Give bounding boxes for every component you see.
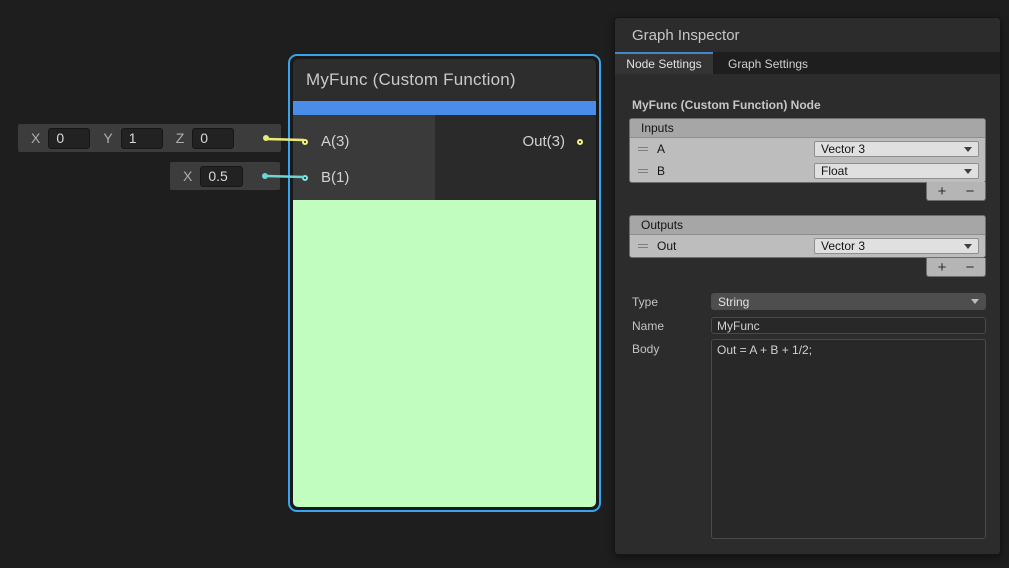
input-name: B xyxy=(657,164,665,178)
node-title: MyFunc (Custom Function) xyxy=(306,70,516,90)
node-input-ports: A(3) B(1) xyxy=(293,115,435,200)
x-axis-label: X xyxy=(183,168,192,184)
tab-graph-settings[interactable]: Graph Settings xyxy=(713,52,823,74)
inputs-list: Inputs A Vector 3 B Float xyxy=(629,118,986,183)
y-value-field[interactable] xyxy=(121,128,163,149)
inspector-title: Graph Inspector xyxy=(632,27,740,44)
node-body: MyFunc (Custom Function) A(3) B(1) xyxy=(293,59,596,507)
inspector-tab-bar: Node Settings Graph Settings xyxy=(615,52,1000,74)
drag-handle-icon[interactable] xyxy=(638,169,648,173)
chevron-down-icon xyxy=(971,299,979,304)
port-b-icon[interactable] xyxy=(302,175,308,181)
port-b-label: B(1) xyxy=(321,169,349,186)
outputs-list: Outputs Out Vector 3 xyxy=(629,215,986,258)
inspector-title-bar[interactable]: Graph Inspector xyxy=(615,18,1000,52)
name-field-label: Name xyxy=(632,319,664,333)
port-a-label: A(3) xyxy=(321,133,349,150)
remove-input-button[interactable]: − xyxy=(958,183,982,200)
z-axis-label: Z xyxy=(176,130,185,146)
dropdown-value: Float xyxy=(821,164,848,178)
node-title-bar[interactable]: MyFunc (Custom Function) xyxy=(293,59,596,101)
vector3-port-input-widget[interactable]: X Y Z xyxy=(18,124,281,152)
float-value-field[interactable] xyxy=(200,166,243,187)
float-wire-dot-icon xyxy=(262,173,268,179)
input-a-type-dropdown[interactable]: Vector 3 xyxy=(814,141,979,157)
node-ports-section: A(3) B(1) Out(3) xyxy=(293,115,596,200)
drag-handle-icon[interactable] xyxy=(638,244,648,248)
tab-node-settings-label: Node Settings xyxy=(626,57,701,71)
input-b-type-dropdown[interactable]: Float xyxy=(814,163,979,179)
chevron-down-icon xyxy=(964,244,972,249)
inputs-list-title: Inputs xyxy=(641,121,674,135)
inputs-row-b[interactable]: B Float xyxy=(630,160,985,182)
dropdown-value: Vector 3 xyxy=(821,142,865,156)
float-port-input-widget[interactable]: X xyxy=(170,162,280,190)
dropdown-value: String xyxy=(718,295,749,309)
y-axis-label: Y xyxy=(103,130,112,146)
graph-inspector-panel[interactable]: Graph Inspector Node Settings Graph Sett… xyxy=(614,17,1001,555)
add-output-button[interactable]: + xyxy=(930,259,954,276)
node-preview xyxy=(293,200,596,507)
remove-output-button[interactable]: − xyxy=(958,259,982,276)
dropdown-value: Vector 3 xyxy=(821,239,865,253)
type-field-label: Type xyxy=(632,295,658,309)
chevron-down-icon xyxy=(964,147,972,152)
chevron-down-icon xyxy=(964,169,972,174)
body-field-label: Body xyxy=(632,342,659,356)
custom-function-node[interactable]: MyFunc (Custom Function) A(3) B(1) xyxy=(288,54,601,512)
port-out-label: Out(3) xyxy=(522,133,565,150)
input-port-a[interactable]: A(3) xyxy=(293,128,435,155)
port-a-icon[interactable] xyxy=(302,139,308,145)
tab-node-settings[interactable]: Node Settings xyxy=(615,52,713,74)
shader-graph-canvas[interactable]: X Y Z X MyFunc (Custom Function) A(3) xyxy=(0,0,1009,568)
add-input-button[interactable]: + xyxy=(930,183,954,200)
node-accent-bar xyxy=(293,101,596,115)
x-axis-label: X xyxy=(31,130,40,146)
outputs-list-footer: + − xyxy=(926,258,986,277)
outputs-list-title: Outputs xyxy=(641,218,683,232)
inputs-list-header: Inputs xyxy=(630,119,985,138)
inspector-node-heading: MyFunc (Custom Function) Node xyxy=(632,98,821,112)
output-name: Out xyxy=(657,239,676,253)
input-port-b[interactable]: B(1) xyxy=(293,164,435,191)
outputs-list-header: Outputs xyxy=(630,216,985,235)
node-output-ports: Out(3) xyxy=(435,115,596,200)
z-value-field[interactable] xyxy=(192,128,234,149)
inputs-row-a[interactable]: A Vector 3 xyxy=(630,138,985,160)
outputs-row-out[interactable]: Out Vector 3 xyxy=(630,235,985,257)
output-port-out[interactable]: Out(3) xyxy=(522,128,583,155)
port-out-icon[interactable] xyxy=(577,139,583,145)
function-body-textarea[interactable]: Out = A + B + 1/2; xyxy=(711,339,986,539)
inputs-list-footer: + − xyxy=(926,182,986,201)
tab-graph-settings-label: Graph Settings xyxy=(728,57,808,71)
vector3-wire-dot-icon xyxy=(263,135,269,141)
input-name: A xyxy=(657,142,665,156)
function-type-dropdown[interactable]: String xyxy=(711,293,986,310)
x-value-field[interactable] xyxy=(48,128,90,149)
output-out-type-dropdown[interactable]: Vector 3 xyxy=(814,238,979,254)
drag-handle-icon[interactable] xyxy=(638,147,648,151)
function-name-input[interactable] xyxy=(711,317,986,334)
